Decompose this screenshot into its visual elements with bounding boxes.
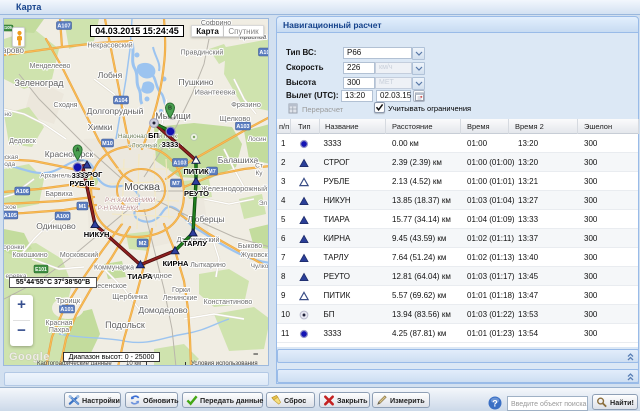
- svg-text:воронки: воронки: [4, 244, 25, 251]
- svg-text:Р-Н ХАМОВНИКИ: Р-Н ХАМОВНИКИ: [105, 198, 156, 204]
- svg-text:но: но: [4, 111, 12, 118]
- svg-text:А107: А107: [57, 24, 70, 30]
- svg-text:Ку: Ку: [255, 170, 263, 177]
- svg-text:Долгопрудный: Долгопрудный: [87, 106, 144, 116]
- svg-text:А101: А101: [60, 307, 73, 313]
- svg-text:Быково: Быково: [238, 243, 262, 250]
- svg-text:Химки: Химки: [88, 122, 113, 132]
- svg-text:Лосин: Лосин: [248, 136, 267, 143]
- svg-text:3333: 3333: [162, 140, 179, 149]
- svg-text:РУБЛЕ: РУБЛЕ: [69, 179, 94, 188]
- svg-text:ловская: ловская: [4, 154, 19, 161]
- svg-text:Дедовск: Дедовск: [9, 138, 37, 145]
- svg-text:Некрасовский: Некрасовский: [87, 42, 132, 50]
- svg-text:Домодедово: Домодедово: [138, 305, 188, 315]
- svg-text:Правдинский: Правдинский: [181, 49, 224, 57]
- svg-text:Ленинские: Ленинские: [163, 295, 198, 302]
- svg-text:Чулково: Чулково: [251, 263, 269, 270]
- svg-text:Подольск: Подольск: [105, 320, 145, 330]
- svg-text:М1: М1: [79, 204, 87, 210]
- svg-text:Московский: Московский: [60, 251, 98, 259]
- svg-text:БП: БП: [148, 131, 159, 140]
- svg-text:М10: М10: [102, 141, 113, 147]
- svg-text:Сходня: Сходня: [54, 102, 78, 109]
- svg-text:Пахра: Пахра: [49, 327, 69, 334]
- svg-text:?: ?: [492, 398, 498, 408]
- svg-text:Одинцово: Одинцово: [36, 221, 76, 231]
- svg-text:А106: А106: [16, 189, 29, 195]
- svg-text:Жуковск: Жуковск: [240, 252, 268, 259]
- svg-text:Красная: Красная: [46, 320, 73, 327]
- svg-text:А103: А103: [173, 161, 186, 167]
- svg-text:Троицк: Троицк: [56, 296, 81, 305]
- svg-text:М7: М7: [172, 181, 180, 187]
- svg-text:Лыткарино: Лыткарино: [190, 262, 226, 269]
- svg-text:Р-Н РАМЕНКИ: Р-Н РАМЕНКИ: [98, 206, 139, 212]
- svg-text:Ивантеевка: Ивантеевка: [195, 88, 237, 97]
- svg-text:А105: А105: [4, 213, 17, 219]
- svg-text:енское: енское: [4, 204, 17, 211]
- svg-text:А107: А107: [259, 50, 269, 56]
- svg-text:Константиново: Константиново: [204, 299, 253, 306]
- svg-text:Коммунарка: Коммунарка: [94, 265, 134, 272]
- svg-text:А100: А100: [56, 214, 69, 220]
- svg-text:А104: А104: [114, 98, 128, 104]
- svg-text:РЕУТО: РЕУТО: [184, 189, 209, 198]
- svg-text:Е101: Е101: [35, 267, 47, 273]
- svg-text:Кокошкино: Кокошкино: [12, 252, 47, 259]
- svg-text:Менделеево: Менделеево: [30, 63, 71, 70]
- svg-text:ПИТИК: ПИТИК: [183, 167, 209, 176]
- svg-text:Щербинка: Щербинка: [112, 292, 148, 301]
- svg-text:В: В: [168, 106, 172, 112]
- svg-text:Железнодорожный: Железнодорожный: [201, 184, 267, 193]
- svg-text:ТИАРА: ТИАРА: [127, 272, 153, 281]
- svg-text:Балашиха: Балашиха: [218, 155, 259, 165]
- svg-text:Ст: Ст: [255, 163, 263, 170]
- svg-text:Красногорск: Красногорск: [45, 149, 94, 159]
- svg-text:М7: М7: [208, 169, 216, 175]
- svg-text:А: А: [76, 148, 80, 154]
- svg-text:Горки: Горки: [172, 287, 190, 294]
- svg-text:Фрязино: Фрязино: [231, 100, 261, 109]
- svg-text:Барвиха: Барвиха: [45, 191, 72, 198]
- svg-text:Зеленоград: Зеленоград: [15, 78, 65, 88]
- svg-text:Пушкино: Пушкино: [178, 77, 213, 87]
- svg-text:НИКУН: НИКУН: [84, 230, 110, 239]
- svg-text:Москва: Москва: [124, 181, 160, 193]
- svg-text:есенское: есенское: [97, 283, 127, 290]
- svg-text:А103: А103: [236, 124, 249, 130]
- svg-text:обода: обода: [4, 160, 15, 168]
- svg-text:М2: М2: [139, 241, 147, 247]
- svg-text:КИРНА: КИРНА: [163, 259, 189, 268]
- svg-text:ТАРЛУ: ТАРЛУ: [183, 239, 207, 248]
- svg-text:Щелково: Щелково: [220, 114, 251, 123]
- svg-text:Лобня: Лобня: [98, 70, 123, 80]
- svg-text:Эл: Эл: [259, 200, 267, 207]
